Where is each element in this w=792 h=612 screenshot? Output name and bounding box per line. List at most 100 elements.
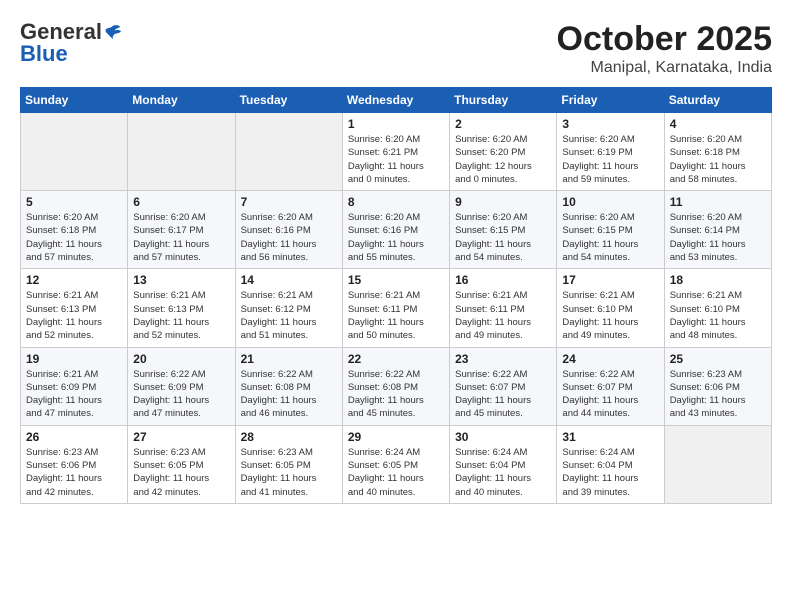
logo: General Blue [20,20,122,66]
day-number: 4 [670,117,766,131]
weekday-header-row: SundayMondayTuesdayWednesdayThursdayFrid… [21,88,772,113]
day-info: Sunrise: 6:20 AM Sunset: 6:15 PM Dayligh… [455,211,551,264]
day-number: 21 [241,352,337,366]
calendar-cell: 9 Sunrise: 6:20 AM Sunset: 6:15 PM Daylig… [450,191,557,269]
day-info: Sunrise: 6:23 AM Sunset: 6:06 PM Dayligh… [26,446,122,499]
day-info: Sunrise: 6:21 AM Sunset: 6:09 PM Dayligh… [26,368,122,421]
calendar-cell: 27Sunrise: 6:23 AM Sunset: 6:05 PM Dayli… [128,425,235,503]
day-number: 20 [133,352,229,366]
day-info: Sunrise: 6:20 AM Sunset: 6:16 PM Dayligh… [241,211,337,264]
calendar-cell: 8 Sunrise: 6:20 AM Sunset: 6:16 PM Daylig… [342,191,449,269]
logo-bird-icon [104,23,122,41]
day-info: Sunrise: 6:20 AM Sunset: 6:15 PM Dayligh… [562,211,658,264]
day-number: 30 [455,430,551,444]
calendar-cell: 29 Sunrise: 6:24 AM Sunset: 6:05 PM Dayli… [342,425,449,503]
calendar-week-row: 12 Sunrise: 6:21 AM Sunset: 6:13 PM Dayli… [21,269,772,347]
day-info: Sunrise: 6:24 AM Sunset: 6:04 PM Dayligh… [455,446,551,499]
calendar-cell: 2Sunrise: 6:20 AM Sunset: 6:20 PM Daylig… [450,113,557,191]
calendar-subtitle: Manipal, Karnataka, India [557,59,772,77]
day-number: 1 [348,117,444,131]
calendar-cell: 21 Sunrise: 6:22 AM Sunset: 6:08 PM Dayli… [235,347,342,425]
day-number: 12 [26,273,122,287]
day-number: 7 [241,195,337,209]
calendar-cell [21,113,128,191]
calendar-cell: 3 Sunrise: 6:20 AM Sunset: 6:19 PM Daylig… [557,113,664,191]
day-number: 9 [455,195,551,209]
day-number: 31 [562,430,658,444]
day-info: Sunrise: 6:20 AM Sunset: 6:20 PM Dayligh… [455,133,551,186]
day-number: 29 [348,430,444,444]
calendar-cell: 5 Sunrise: 6:20 AM Sunset: 6:18 PM Daylig… [21,191,128,269]
calendar-cell: 18 Sunrise: 6:21 AM Sunset: 6:10 PM Dayli… [664,269,771,347]
day-number: 28 [241,430,337,444]
weekday-header: Monday [128,88,235,113]
day-info: Sunrise: 6:20 AM Sunset: 6:21 PM Dayligh… [348,133,444,186]
day-info: Sunrise: 6:21 AM Sunset: 6:11 PM Dayligh… [455,289,551,342]
calendar-cell: 17Sunrise: 6:21 AM Sunset: 6:10 PM Dayli… [557,269,664,347]
calendar-week-row: 26 Sunrise: 6:23 AM Sunset: 6:06 PM Dayli… [21,425,772,503]
title-area: October 2025 Manipal, Karnataka, India [557,20,772,77]
day-number: 27 [133,430,229,444]
day-number: 16 [455,273,551,287]
calendar-cell: 12 Sunrise: 6:21 AM Sunset: 6:13 PM Dayli… [21,269,128,347]
day-number: 14 [241,273,337,287]
day-number: 25 [670,352,766,366]
day-number: 5 [26,195,122,209]
calendar-week-row: 5 Sunrise: 6:20 AM Sunset: 6:18 PM Daylig… [21,191,772,269]
weekday-header: Saturday [664,88,771,113]
calendar-week-row: 1 Sunrise: 6:20 AM Sunset: 6:21 PM Daylig… [21,113,772,191]
day-info: Sunrise: 6:22 AM Sunset: 6:08 PM Dayligh… [348,368,444,421]
day-info: Sunrise: 6:20 AM Sunset: 6:16 PM Dayligh… [348,211,444,264]
day-number: 3 [562,117,658,131]
calendar-cell: 11 Sunrise: 6:20 AM Sunset: 6:14 PM Dayli… [664,191,771,269]
calendar-cell: 13Sunrise: 6:21 AM Sunset: 6:13 PM Dayli… [128,269,235,347]
calendar-cell: 22 Sunrise: 6:22 AM Sunset: 6:08 PM Dayli… [342,347,449,425]
day-number: 8 [348,195,444,209]
day-info: Sunrise: 6:22 AM Sunset: 6:07 PM Dayligh… [562,368,658,421]
calendar-cell: 1 Sunrise: 6:20 AM Sunset: 6:21 PM Daylig… [342,113,449,191]
day-number: 15 [348,273,444,287]
calendar-cell: 30 Sunrise: 6:24 AM Sunset: 6:04 PM Dayli… [450,425,557,503]
calendar-week-row: 19Sunrise: 6:21 AM Sunset: 6:09 PM Dayli… [21,347,772,425]
day-number: 10 [562,195,658,209]
calendar-cell: 14 Sunrise: 6:21 AM Sunset: 6:12 PM Dayli… [235,269,342,347]
weekday-header: Friday [557,88,664,113]
calendar-title: October 2025 [557,20,772,59]
day-number: 11 [670,195,766,209]
day-info: Sunrise: 6:24 AM Sunset: 6:05 PM Dayligh… [348,446,444,499]
calendar-cell [235,113,342,191]
day-info: Sunrise: 6:20 AM Sunset: 6:18 PM Dayligh… [26,211,122,264]
day-info: Sunrise: 6:21 AM Sunset: 6:13 PM Dayligh… [26,289,122,342]
day-info: Sunrise: 6:23 AM Sunset: 6:06 PM Dayligh… [670,368,766,421]
calendar-cell: 28Sunrise: 6:23 AM Sunset: 6:05 PM Dayli… [235,425,342,503]
calendar-cell [128,113,235,191]
calendar-cell: 25 Sunrise: 6:23 AM Sunset: 6:06 PM Dayli… [664,347,771,425]
day-info: Sunrise: 6:21 AM Sunset: 6:11 PM Dayligh… [348,289,444,342]
day-info: Sunrise: 6:22 AM Sunset: 6:08 PM Dayligh… [241,368,337,421]
day-info: Sunrise: 6:20 AM Sunset: 6:19 PM Dayligh… [562,133,658,186]
day-info: Sunrise: 6:21 AM Sunset: 6:10 PM Dayligh… [670,289,766,342]
weekday-header: Sunday [21,88,128,113]
calendar-cell: 31 Sunrise: 6:24 AM Sunset: 6:04 PM Dayli… [557,425,664,503]
day-number: 24 [562,352,658,366]
day-number: 26 [26,430,122,444]
day-info: Sunrise: 6:21 AM Sunset: 6:12 PM Dayligh… [241,289,337,342]
day-info: Sunrise: 6:20 AM Sunset: 6:14 PM Dayligh… [670,211,766,264]
day-info: Sunrise: 6:24 AM Sunset: 6:04 PM Dayligh… [562,446,658,499]
calendar-cell: 23Sunrise: 6:22 AM Sunset: 6:07 PM Dayli… [450,347,557,425]
weekday-header: Wednesday [342,88,449,113]
calendar-cell: 6Sunrise: 6:20 AM Sunset: 6:17 PM Daylig… [128,191,235,269]
calendar-cell: 10 Sunrise: 6:20 AM Sunset: 6:15 PM Dayli… [557,191,664,269]
day-number: 18 [670,273,766,287]
day-number: 22 [348,352,444,366]
calendar-table: SundayMondayTuesdayWednesdayThursdayFrid… [20,87,772,504]
page: General Blue October 2025 Manipal, Karna… [0,0,792,514]
weekday-header: Tuesday [235,88,342,113]
calendar-cell: 20Sunrise: 6:22 AM Sunset: 6:09 PM Dayli… [128,347,235,425]
header-area: General Blue October 2025 Manipal, Karna… [20,20,772,77]
calendar-cell: 4 Sunrise: 6:20 AM Sunset: 6:18 PM Daylig… [664,113,771,191]
day-info: Sunrise: 6:21 AM Sunset: 6:10 PM Dayligh… [562,289,658,342]
calendar-cell: 15 Sunrise: 6:21 AM Sunset: 6:11 PM Dayli… [342,269,449,347]
day-number: 23 [455,352,551,366]
day-info: Sunrise: 6:20 AM Sunset: 6:18 PM Dayligh… [670,133,766,186]
